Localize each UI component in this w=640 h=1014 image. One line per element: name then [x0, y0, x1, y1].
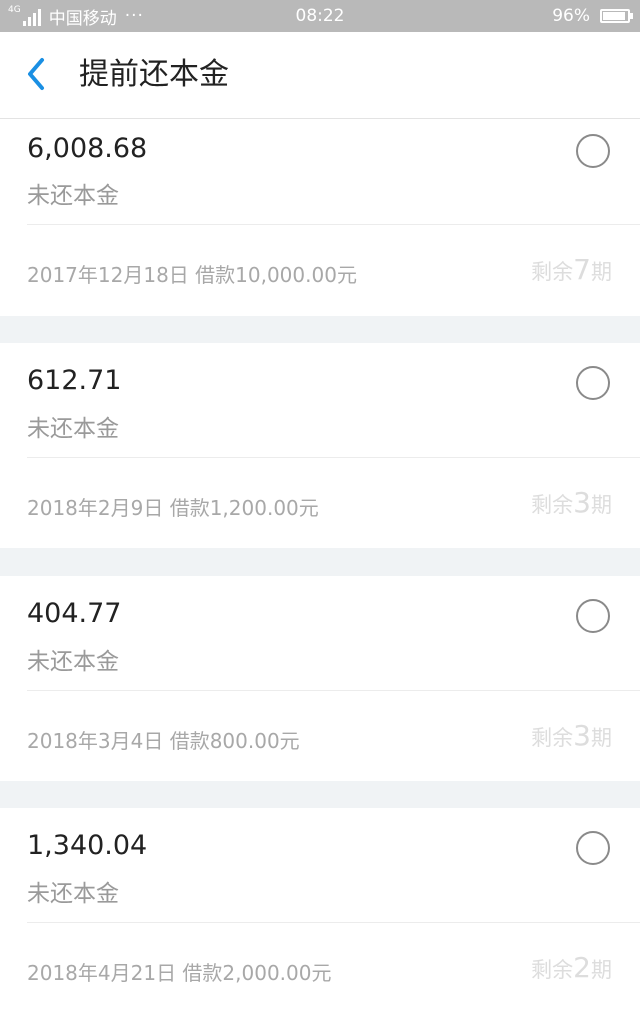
remaining-terms: 剩余3期 — [531, 486, 612, 519]
outstanding-label: 未还本金 — [27, 649, 119, 675]
select-radio[interactable] — [576, 366, 610, 400]
outstanding-amount: 1,340.04 — [27, 830, 148, 861]
back-button[interactable] — [22, 54, 58, 94]
remaining-terms: 剩余2期 — [531, 951, 612, 984]
status-time: 08:22 — [295, 6, 345, 26]
loan-info: 2018年2月9日 借款1,200.00元 — [27, 496, 319, 520]
loan-info: 2018年4月21日 借款2,000.00元 — [27, 961, 332, 985]
chevron-left-icon — [28, 58, 44, 90]
outstanding-amount: 404.77 — [27, 598, 122, 629]
remaining-count: 3 — [573, 719, 591, 752]
remaining-prefix: 剩余 — [531, 726, 574, 750]
outstanding-label: 未还本金 — [27, 183, 119, 209]
loan-card[interactable]: 6,008.68 未还本金 2017年12月18日 借款10,000.00元 剩… — [0, 119, 640, 316]
remaining-terms: 剩余3期 — [531, 719, 612, 752]
loan-info: 2017年12月18日 借款10,000.00元 — [27, 263, 357, 287]
divider — [27, 922, 640, 923]
page-title: 提前还本金 — [79, 57, 229, 92]
battery-percent: 96% — [552, 6, 590, 26]
remaining-terms: 剩余7期 — [531, 253, 612, 286]
loan-info: 2018年3月4日 借款800.00元 — [27, 729, 300, 753]
remaining-prefix: 剩余 — [531, 260, 574, 284]
remaining-count: 7 — [573, 253, 591, 286]
loan-card[interactable]: 612.71 未还本金 2018年2月9日 借款1,200.00元 剩余3期 — [0, 343, 640, 548]
page-header: 提前还本金 — [0, 32, 640, 119]
remaining-suffix: 期 — [591, 260, 612, 284]
remaining-prefix: 剩余 — [531, 958, 574, 982]
divider — [27, 690, 640, 691]
remaining-suffix: 期 — [591, 958, 612, 982]
status-bar: 4G 中国移动 ··· 08:22 96% — [0, 0, 640, 32]
remaining-prefix: 剩余 — [531, 493, 574, 517]
remaining-suffix: 期 — [591, 493, 612, 517]
remaining-suffix: 期 — [591, 726, 612, 750]
select-radio[interactable] — [576, 599, 610, 633]
divider — [27, 457, 640, 458]
status-right: 96% — [552, 0, 633, 32]
battery-icon — [600, 9, 633, 23]
select-radio[interactable] — [576, 831, 610, 865]
outstanding-label: 未还本金 — [27, 881, 119, 907]
remaining-count: 3 — [573, 486, 591, 519]
divider — [27, 224, 640, 225]
remaining-count: 2 — [573, 951, 591, 984]
loan-card[interactable]: 1,340.04 未还本金 2018年4月21日 借款2,000.00元 剩余2… — [0, 808, 640, 1014]
outstanding-amount: 6,008.68 — [27, 133, 148, 164]
outstanding-label: 未还本金 — [27, 416, 119, 442]
outstanding-amount: 612.71 — [27, 365, 122, 396]
loan-card[interactable]: 404.77 未还本金 2018年3月4日 借款800.00元 剩余3期 — [0, 576, 640, 781]
select-radio[interactable] — [576, 134, 610, 168]
